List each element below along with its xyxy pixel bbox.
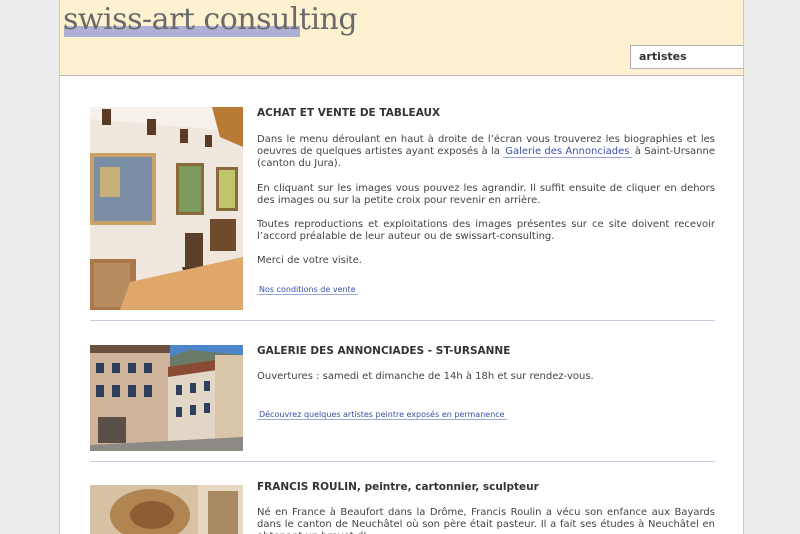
section-galerie-body: GALERIE DES ANNONCIADES - ST-URSANNE Ouv… <box>257 345 715 421</box>
section-galerie: GALERIE DES ANNONCIADES - ST-URSANNE Ouv… <box>90 345 715 451</box>
site-logo[interactable]: swiss-art consulting <box>63 2 358 38</box>
section-francis-roulin: FRANCIS ROULIN, peintre, cartonnier, scu… <box>90 481 715 534</box>
section-divider <box>90 320 715 321</box>
gallery-interior-picture <box>90 107 243 310</box>
st-ursanne-street-image[interactable] <box>90 345 243 451</box>
section-title: ACHAT ET VENTE DE TABLEAUX <box>257 107 441 119</box>
page-container: swiss-art consulting artistes ACHAT ET V… <box>59 0 744 534</box>
francis-roulin-artwork <box>90 485 243 534</box>
francis-roulin-image[interactable] <box>90 485 243 534</box>
paragraph: Dans le menu déroulant en haut à droite … <box>257 134 715 171</box>
st-ursanne-street-picture <box>90 345 243 451</box>
paragraph: Merci de votre visite. <box>257 255 362 267</box>
artists-dropdown[interactable]: artistes <box>630 45 743 69</box>
section-francis-roulin-body: FRANCIS ROULIN, peintre, cartonnier, scu… <box>257 481 715 534</box>
section-title: FRANCIS ROULIN, peintre, cartonnier, scu… <box>257 481 539 493</box>
gallery-interior-image[interactable] <box>90 107 243 310</box>
section-divider <box>90 461 715 462</box>
section-buy-sell-body: ACHAT ET VENTE DE TABLEAUX Dans le menu … <box>257 107 715 295</box>
galerie-annonciades-link[interactable]: Galerie des Annonciades <box>503 146 632 159</box>
discover-artists-link[interactable]: Découvrez quelques artistes peintre expo… <box>257 410 507 421</box>
site-header: swiss-art consulting artistes <box>60 0 743 76</box>
paragraph: Né en France à Beaufort dans la Drôme, F… <box>257 507 715 534</box>
link-wrap: Découvrez quelques artistes peintre expo… <box>257 407 715 421</box>
paragraph: En cliquant sur les images vous pouvez l… <box>257 182 715 206</box>
paragraph: Ouvertures : samedi et dimanche de 14h à… <box>257 371 594 382</box>
paragraph: Toutes reproductions et exploitations de… <box>257 219 715 243</box>
sale-conditions-link[interactable]: Nos conditions de vente <box>257 284 358 295</box>
link-wrap: Nos conditions de vente <box>257 282 715 295</box>
section-title: GALERIE DES ANNONCIADES - ST-URSANNE <box>257 345 511 357</box>
section-buy-sell: ACHAT ET VENTE DE TABLEAUX Dans le menu … <box>90 107 715 310</box>
